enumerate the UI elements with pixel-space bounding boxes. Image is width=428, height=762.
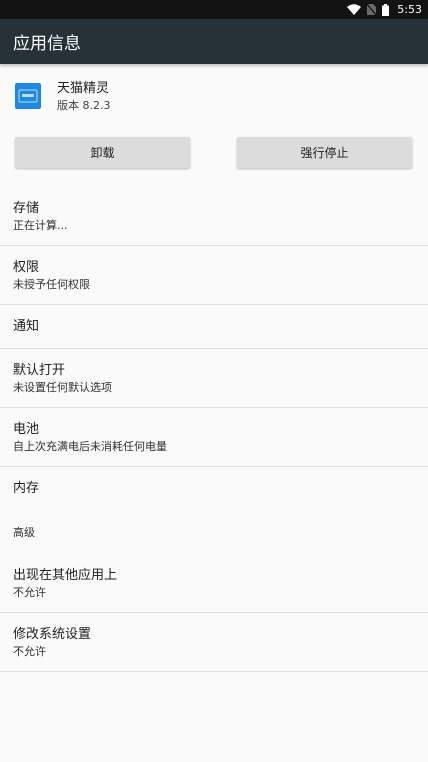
battery-title: 电池: [13, 421, 40, 437]
storage-subtitle: 正在计算...: [13, 218, 68, 232]
permissions-title: 权限: [13, 259, 40, 275]
status-bar: 5:53: [0, 0, 428, 19]
draw-over-apps-item[interactable]: 出现在其他应用上 不允许: [0, 554, 428, 613]
modify-system-settings-title: 修改系统设置: [13, 626, 92, 642]
tmall-genie-icon: [15, 83, 41, 109]
app-version: 版本 8.2.3: [57, 99, 111, 112]
open-by-default-item[interactable]: 默认打开 未设置任何默认选项: [0, 349, 428, 408]
storage-item[interactable]: 存储 正在计算...: [0, 187, 428, 246]
modify-system-settings-item[interactable]: 修改系统设置 不允许: [0, 613, 428, 672]
notifications-title: 通知: [13, 318, 40, 334]
battery-item[interactable]: 电池 自上次充满电后未消耗任何电量: [0, 408, 428, 467]
wifi-icon: [347, 4, 362, 15]
no-sim-icon: [367, 4, 377, 15]
advanced-title: 高级: [13, 525, 35, 539]
open-by-default-title: 默认打开: [13, 362, 66, 378]
memory-item[interactable]: 内存: [0, 467, 428, 511]
app-name: 天猫精灵: [57, 81, 110, 96]
uninstall-button[interactable]: 卸载: [15, 137, 190, 168]
status-time: 5:53: [397, 3, 422, 16]
draw-over-apps-subtitle: 不允许: [13, 585, 46, 599]
app-header: 天猫精灵 版本 8.2.3: [0, 64, 428, 119]
memory-title: 内存: [13, 481, 40, 496]
app-meta: 天猫精灵 版本 8.2.3: [57, 81, 111, 114]
app-bar: 应用信息: [0, 19, 428, 64]
battery-icon: [382, 3, 390, 16]
battery-subtitle: 自上次充满电后未消耗任何电量: [13, 439, 167, 453]
force-stop-button[interactable]: 强行停止: [237, 137, 412, 168]
advanced-section-header[interactable]: 高级: [0, 511, 428, 554]
modify-system-settings-subtitle: 不允许: [13, 644, 46, 658]
storage-title: 存储: [13, 200, 40, 216]
permissions-item[interactable]: 权限 未授予任何权限: [0, 246, 428, 305]
permissions-subtitle: 未授予任何权限: [13, 277, 90, 291]
action-buttons: 卸载 强行停止: [0, 137, 428, 168]
notifications-item[interactable]: 通知: [0, 305, 428, 349]
draw-over-apps-title: 出现在其他应用上: [13, 567, 118, 583]
open-by-default-subtitle: 未设置任何默认选项: [13, 380, 112, 394]
settings-list: 存储 正在计算... 权限 未授予任何权限 通知 默认打开 未设置任何默认选项 …: [0, 187, 428, 672]
page-title: 应用信息: [13, 34, 81, 54]
